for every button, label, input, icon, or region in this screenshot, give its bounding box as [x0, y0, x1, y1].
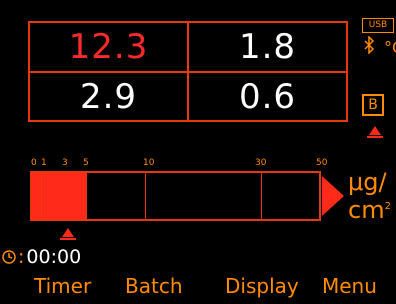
softkey-display[interactable]: Display [225, 274, 299, 298]
softkey-batch[interactable]: Batch [125, 274, 183, 298]
reading-bottom-left: 2.9 [79, 77, 138, 117]
tick-5: 5 [83, 158, 89, 168]
tick-0: 0 [31, 158, 37, 168]
bargraph-segment [41, 173, 42, 219]
timer-colon: : [18, 246, 25, 268]
unit-base: cm [348, 196, 385, 224]
clock-icon [2, 250, 16, 264]
reading-top-right: 1.8 [238, 27, 297, 67]
softkey-bar: Timer Batch Display Menu [0, 274, 396, 304]
softkey-timer[interactable]: Timer [34, 274, 91, 298]
tick-10: 10 [143, 158, 155, 168]
temperature-unit: °C [384, 38, 396, 57]
unit-label-bottom: cm2 [348, 196, 391, 224]
tick-30: 30 [255, 158, 267, 168]
bargraph-segment [261, 173, 262, 219]
bluetooth-icon [363, 35, 375, 59]
usb-indicator: USB [362, 18, 394, 33]
bargraph-arrow [322, 176, 344, 216]
tick-3: 3 [62, 158, 68, 168]
bargraph-segment [86, 173, 87, 219]
readings-grid: 12.3 1.8 2.9 0.6 [28, 21, 348, 122]
reading-top-left: 12.3 [68, 27, 149, 67]
alarm-triangle-icon [366, 124, 384, 138]
concentration-bargraph [30, 171, 321, 221]
reading-bottom-right: 0.6 [238, 77, 297, 117]
softkey-menu[interactable]: Menu [322, 274, 377, 298]
unit-label-top: μg/ [348, 168, 387, 196]
timer-display: :00:00 [2, 246, 81, 268]
mode-indicator: B [362, 94, 384, 116]
device-screen: 12.3 1.8 2.9 0.6 USB °C B 0 1 3 5 10 30 … [0, 0, 396, 304]
tick-50: 50 [316, 158, 328, 168]
tick-1: 1 [41, 158, 47, 168]
bargraph-segment [145, 173, 146, 219]
unit-exponent: 2 [384, 201, 391, 212]
timer-value: 00:00 [26, 246, 82, 268]
alarm-marker-icon [60, 226, 76, 240]
